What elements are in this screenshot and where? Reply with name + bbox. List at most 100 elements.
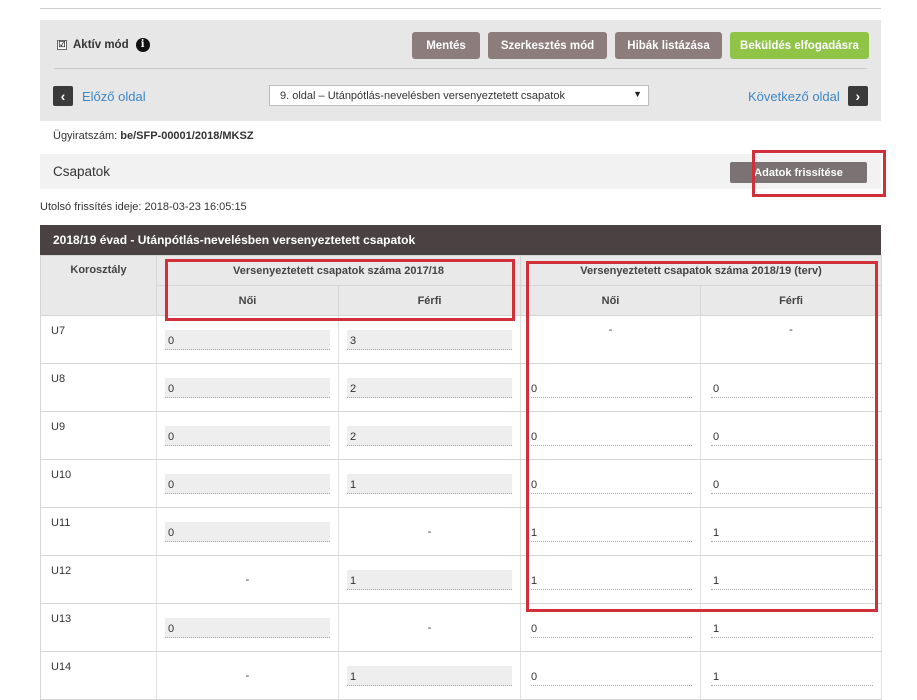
teams-table: Korosztály Versenyeztetett csapatok szám… [40,255,882,700]
readonly-field-f2017: 0 [165,473,330,494]
teams-table-body: U7 0 3- - U8 0 2 0 0 U9 0 2 0 0 U10 0 1 0 0 U11 0-1 1 U12-1 1 1 U… [40,315,882,700]
value-cell: 1 [520,507,701,556]
value-cell: 1 [700,651,882,700]
group-2018-header: Versenyeztetett csapatok száma 2018/19 (… [520,255,882,286]
readonly-field-m2017: 1 [347,473,512,494]
page: ☑ Aktív mód i Mentés Szerkesztés mód Hib… [40,0,886,700]
info-icon[interactable]: i [135,38,150,52]
table-row: U11 0-1 1 [40,507,882,556]
empty-cell: - [156,555,339,604]
age-cell: U13 [40,603,157,652]
readonly-field-f2017: 0 [165,617,330,638]
readonly-field-f2017: 0 [165,329,330,350]
prev-page-link[interactable]: ‹ Előző oldal [53,86,146,106]
team-count-input-m2018[interactable]: 1 [711,569,873,590]
age-cell: U8 [40,363,157,412]
readonly-field-m2017: 3 [347,329,512,350]
table-row: U13 0-0 1 [40,603,882,652]
female-2018-header: Női [520,285,701,316]
readonly-field-m2017: 2 [347,425,512,446]
value-cell: 1 [338,651,521,700]
value-cell: 1 [338,459,521,508]
dropdown-arrow-icon: ▼ [633,89,642,99]
value-cell: 1 [338,555,521,604]
next-page-link[interactable]: Következő oldal › [748,86,868,106]
aktiv-mode-label: Aktív mód [73,39,129,51]
table-title: 2018/19 évad - Utánpótlás-nevelésben ver… [40,225,881,255]
value-cell: 0 [156,315,339,364]
value-cell: 0 [520,363,701,412]
aktiv-mode-checkbox[interactable]: ☑ [57,40,67,50]
value-cell: 0 [700,459,882,508]
case-number-label: Ügyiratszám: [53,130,118,142]
submit-button[interactable]: Beküldés elfogadásra [730,32,869,59]
age-cell: U14 [40,651,157,700]
team-count-input-m2018[interactable]: 0 [711,473,873,494]
value-cell: 0 [700,411,882,460]
empty-cell: - [700,315,882,364]
team-count-input-m2018[interactable]: 0 [711,425,873,446]
next-page-label: Következő oldal [748,88,840,104]
table-row: U12-1 1 1 [40,555,882,604]
aktiv-mode[interactable]: ☑ Aktív mód i [57,38,150,52]
team-count-input-m2018[interactable]: 1 [711,617,873,638]
top-divider [40,8,881,9]
team-count-input-f2018[interactable]: 0 [531,377,692,398]
empty-cell: - [338,603,521,652]
empty-cell: - [520,315,701,364]
female-2017-header: Női [156,285,339,316]
team-count-input-f2018[interactable]: 0 [531,617,692,638]
value-cell: 0 [156,507,339,556]
table-row: U7 0 3- - [40,315,882,364]
value-cell: 0 [520,603,701,652]
col-age-header: Korosztály [40,255,157,316]
list-errors-button[interactable]: Hibák listázása [615,32,722,59]
prev-page-label: Előző oldal [82,88,146,104]
case-number-value: be/SFP-00001/2018/MKSZ [120,130,254,142]
value-cell: 0 [520,651,701,700]
value-cell: 2 [338,411,521,460]
team-count-input-f2018[interactable]: 0 [531,425,692,446]
team-count-input-f2018[interactable]: 1 [531,521,692,542]
page-select[interactable]: 9. oldal – Utánpótlás-nevelésben verseny… [269,85,649,106]
readonly-field-m2017: 1 [347,665,512,686]
value-cell: 0 [520,459,701,508]
team-count-input-f2018[interactable]: 0 [531,473,692,494]
value-cell: 2 [338,363,521,412]
last-update: Utolsó frissítés ideje: 2018-03-23 16:05… [40,201,247,213]
value-cell: 3 [338,315,521,364]
team-count-input-m2018[interactable]: 1 [711,521,873,542]
value-cell: 1 [520,555,701,604]
value-cell: 1 [700,507,882,556]
readonly-field-m2017: 1 [347,569,512,590]
age-cell: U11 [40,507,157,556]
table-row: U10 0 1 0 0 [40,459,882,508]
team-count-input-m2018[interactable]: 1 [711,665,873,686]
refresh-data-button[interactable]: Adatok frissítése [730,162,867,183]
team-count-input-m2018[interactable]: 0 [711,377,873,398]
team-count-input-f2018[interactable]: 1 [531,569,692,590]
value-cell: 1 [700,555,882,604]
page-select-value: 9. oldal – Utánpótlás-nevelésben verseny… [280,89,565,102]
save-button[interactable]: Mentés [412,32,480,59]
section-title: Csapatok [53,164,111,179]
case-number: Ügyiratszám: be/SFP-00001/2018/MKSZ [53,130,254,142]
team-count-input-f2018[interactable]: 0 [531,665,692,686]
male-2017-header: Férfi [338,285,521,316]
readonly-field-f2017: 0 [165,377,330,398]
value-cell: 0 [156,459,339,508]
readonly-field-f2017: 0 [165,425,330,446]
control-panel: ☑ Aktív mód i Mentés Szerkesztés mód Hib… [40,20,881,121]
edit-mode-button[interactable]: Szerkesztés mód [488,32,607,59]
group-2017-header: Versenyeztetett csapatok száma 2017/18 [156,255,521,286]
value-cell: 0 [520,411,701,460]
empty-cell: - [156,651,339,700]
age-cell: U12 [40,555,157,604]
readonly-field-f2017: 0 [165,521,330,542]
value-cell: 0 [156,411,339,460]
panel-divider [54,68,867,69]
age-cell: U10 [40,459,157,508]
chevron-left-icon: ‹ [53,86,73,106]
table-row: U8 0 2 0 0 [40,363,882,412]
male-2018-header: Férfi [700,285,882,316]
